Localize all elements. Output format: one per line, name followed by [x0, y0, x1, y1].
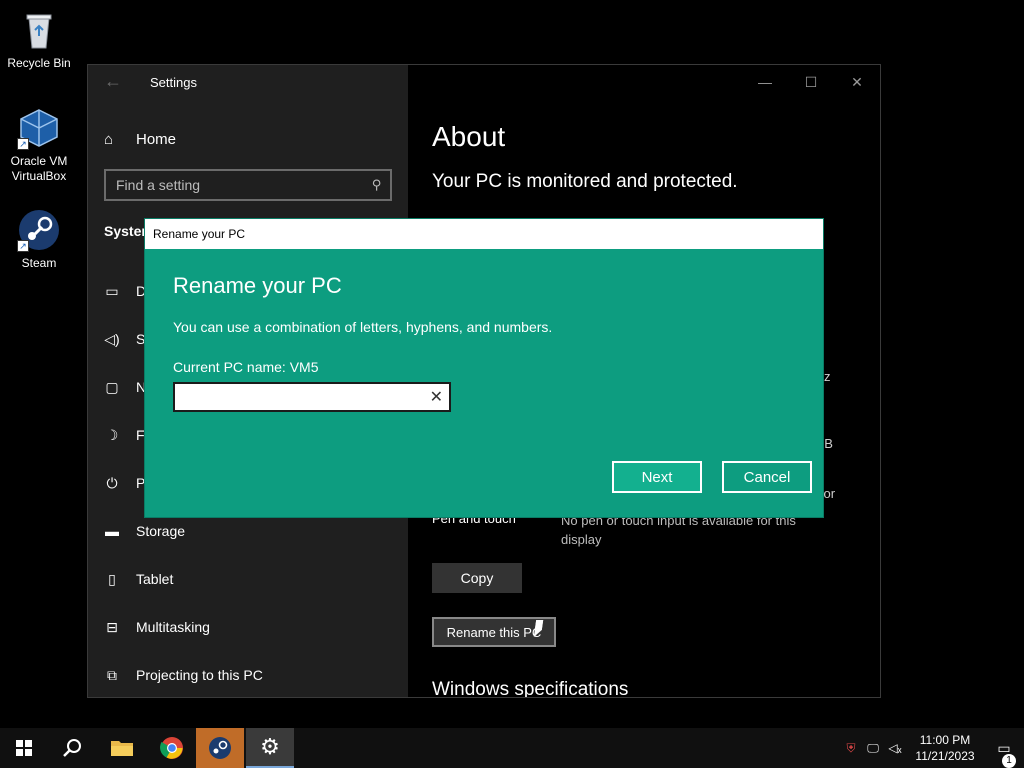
home-label: Home: [136, 130, 177, 148]
recycle-bin-icon: [17, 8, 61, 52]
dialog-description: You can use a combination of letters, hy…: [173, 319, 553, 335]
dialog-titlebar: Rename your PC: [145, 219, 823, 249]
back-arrow-icon[interactable]: ←: [104, 71, 122, 92]
close-icon[interactable]: ✕: [834, 65, 880, 99]
nav-item-label: Projecting to this PC: [136, 667, 263, 683]
steam-icon: ↗: [17, 208, 61, 252]
search-taskbar-button[interactable]: [48, 728, 96, 768]
system-tray: ⛨ 🖵 ◁ₓ 11:00 PM 11/21/2023 ▭ 1: [840, 728, 1024, 768]
steam-taskbar-button[interactable]: [196, 728, 244, 768]
tablet-icon: ▯: [108, 570, 116, 587]
shortcut-arrow-icon: ↗: [17, 138, 29, 150]
projecting-icon: ⧉: [107, 666, 117, 683]
window-controls: — ☐ ✕: [742, 65, 880, 99]
power-icon: ⏻: [106, 474, 118, 491]
file-explorer-button[interactable]: [98, 728, 146, 768]
window-title: Settings: [150, 75, 197, 90]
search-box[interactable]: ⚲: [104, 169, 392, 201]
multitasking-icon: ⊟: [106, 618, 118, 635]
start-button[interactable]: [0, 728, 48, 768]
clock[interactable]: 11:00 PM 11/21/2023: [906, 732, 984, 764]
folder-icon: [111, 741, 133, 756]
nav-item-label: Storage: [136, 523, 186, 539]
pc-name-input[interactable]: [175, 384, 415, 410]
volume-muted-icon[interactable]: ◁ₓ: [884, 741, 906, 755]
titlebar-left: ← Settings: [88, 65, 408, 99]
storage-icon: ▬: [105, 523, 119, 539]
maximize-icon[interactable]: ☐: [788, 65, 834, 99]
copy-button[interactable]: Copy: [432, 563, 522, 593]
nav-item-sound[interactable]: ◁) S: [104, 327, 145, 351]
page-title: About: [432, 121, 506, 152]
nav-item-label: Tablet: [136, 571, 174, 587]
nav-item-notifications[interactable]: ▢ N: [104, 375, 146, 399]
nav-item-display[interactable]: ▭ D: [104, 279, 146, 303]
notifications-icon: ▢: [105, 378, 119, 395]
protection-status: Your PC is monitored and protected.: [432, 171, 738, 192]
spec-fragment: z: [824, 369, 831, 384]
security-icon[interactable]: ⛨: [840, 741, 862, 756]
settings-taskbar-button[interactable]: ⚙: [246, 728, 294, 768]
desktop-icon-steam[interactable]: ↗ Steam: [1, 208, 77, 271]
chrome-button[interactable]: [148, 728, 196, 768]
nav-item-label: Multitasking: [136, 619, 210, 635]
dialog-heading: Rename your PC: [173, 273, 342, 298]
search-icon: ⚲: [372, 177, 382, 192]
desktop-icon-label: Steam: [21, 256, 57, 270]
notification-count-badge: 1: [1002, 753, 1016, 768]
search-icon: [63, 739, 81, 757]
desktop-icon-virtualbox[interactable]: ↗ Oracle VM VirtualBox: [1, 106, 77, 184]
desktop-icon-label: Oracle VM VirtualBox: [10, 154, 68, 183]
display-icon: ▭: [105, 282, 119, 299]
desktop-icon-recycle-bin[interactable]: Recycle Bin: [1, 8, 77, 71]
virtualbox-icon: ↗: [17, 106, 61, 150]
windows-specifications-heading: Windows specifications: [432, 679, 629, 698]
home-icon: ⌂: [104, 130, 114, 148]
shortcut-arrow-icon: ↗: [17, 240, 29, 252]
clock-date: 11/21/2023: [915, 749, 975, 763]
windows-logo-icon: [16, 740, 32, 756]
nav-item-tablet[interactable]: ▯ Tablet: [104, 567, 173, 591]
pc-name-field[interactable]: ✕: [173, 382, 451, 412]
focus-assist-icon: ☽: [105, 426, 119, 443]
sound-icon: ◁): [104, 330, 120, 347]
cancel-button[interactable]: Cancel: [722, 461, 812, 493]
nav-item-storage[interactable]: ▬ Storage: [104, 519, 185, 543]
search-input[interactable]: [106, 171, 390, 199]
chrome-icon: [160, 737, 183, 759]
home-nav[interactable]: ⌂ Home: [104, 129, 176, 149]
next-button[interactable]: Next: [612, 461, 702, 493]
clock-time: 11:00 PM: [919, 733, 971, 747]
steam-icon: [209, 737, 231, 759]
desktop-icon-label: Recycle Bin: [7, 56, 71, 70]
current-pc-name: Current PC name: VM5: [173, 359, 319, 375]
minimize-icon[interactable]: —: [742, 65, 788, 99]
nav-item-projecting[interactable]: ⧉ Projecting to this PC: [104, 663, 263, 687]
action-center-button[interactable]: ▭ 1: [984, 740, 1024, 768]
network-icon[interactable]: 🖵: [862, 741, 884, 756]
nav-item-power[interactable]: ⏻ P: [104, 471, 145, 495]
gear-icon: ⚙: [260, 734, 280, 759]
taskbar: ⚙ ⛨ 🖵 ◁ₓ 11:00 PM 11/21/2023 ▭ 1: [0, 728, 1024, 768]
clear-icon[interactable]: ✕: [430, 387, 443, 407]
nav-item-multitasking[interactable]: ⊟ Multitasking: [104, 615, 210, 639]
rename-pc-dialog: Rename your PC Rename your PC You can us…: [144, 218, 824, 518]
